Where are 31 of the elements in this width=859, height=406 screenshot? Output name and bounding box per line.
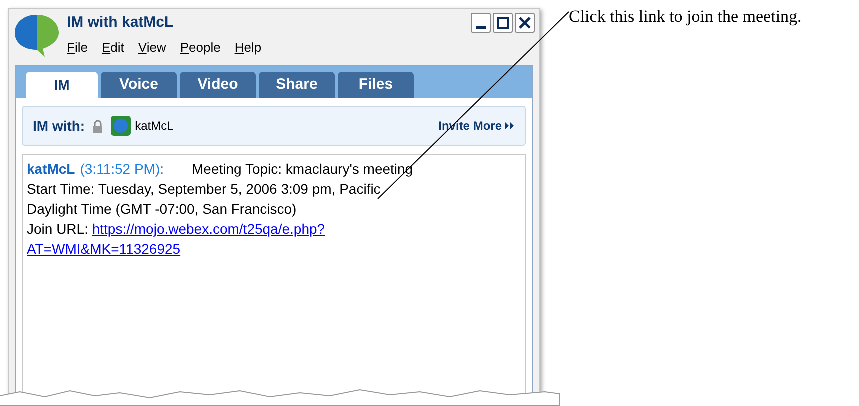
tab[interactable]: Video — [180, 72, 256, 98]
maximize-icon — [496, 16, 510, 30]
menu-item[interactable]: File — [67, 38, 88, 57]
lock-icon — [93, 120, 104, 132]
maximize-button[interactable] — [493, 13, 513, 34]
menu-item[interactable]: View — [138, 38, 166, 57]
message-text: Daylight Time (GMT -07:00, San Francisco) — [27, 200, 298, 219]
tab[interactable]: Voice — [101, 72, 177, 98]
close-button[interactable] — [515, 13, 535, 34]
menu-item[interactable]: Edit — [102, 38, 124, 57]
message-text: Start Time: Tuesday, September 5, 2006 3:09 pm, Pacific — [27, 180, 382, 199]
chat-bubble-logo — [13, 12, 61, 58]
tab[interactable]: IM — [26, 72, 98, 98]
sender-name: katMcL — [27, 160, 76, 179]
minimize-icon — [476, 26, 486, 29]
menu-item[interactable]: People — [180, 38, 221, 57]
tab[interactable]: Share — [259, 72, 335, 98]
minimize-button[interactable] — [471, 13, 491, 34]
tab[interactable]: Files — [338, 72, 414, 98]
window-title: IM with katMcL — [67, 13, 174, 33]
message-time: (3:11:52 PM): — [80, 160, 164, 179]
im-with-label: IM with: — [33, 116, 86, 136]
menu-item[interactable]: Help — [234, 38, 262, 57]
contact-name: katMcL — [135, 118, 174, 135]
join-url-label: Join URL: — [27, 221, 88, 237]
callout-text: Click this link to join the meeting. — [569, 6, 802, 28]
meeting-link[interactable]: https://mojo.webex.com/t25qa/e.php? — [92, 221, 326, 237]
close-icon — [518, 16, 532, 30]
contact-badge-icon — [111, 116, 132, 136]
meeting-link[interactable]: AT=WMI&MK=11326925 — [27, 241, 181, 257]
double-chevron-icon — [505, 122, 515, 130]
